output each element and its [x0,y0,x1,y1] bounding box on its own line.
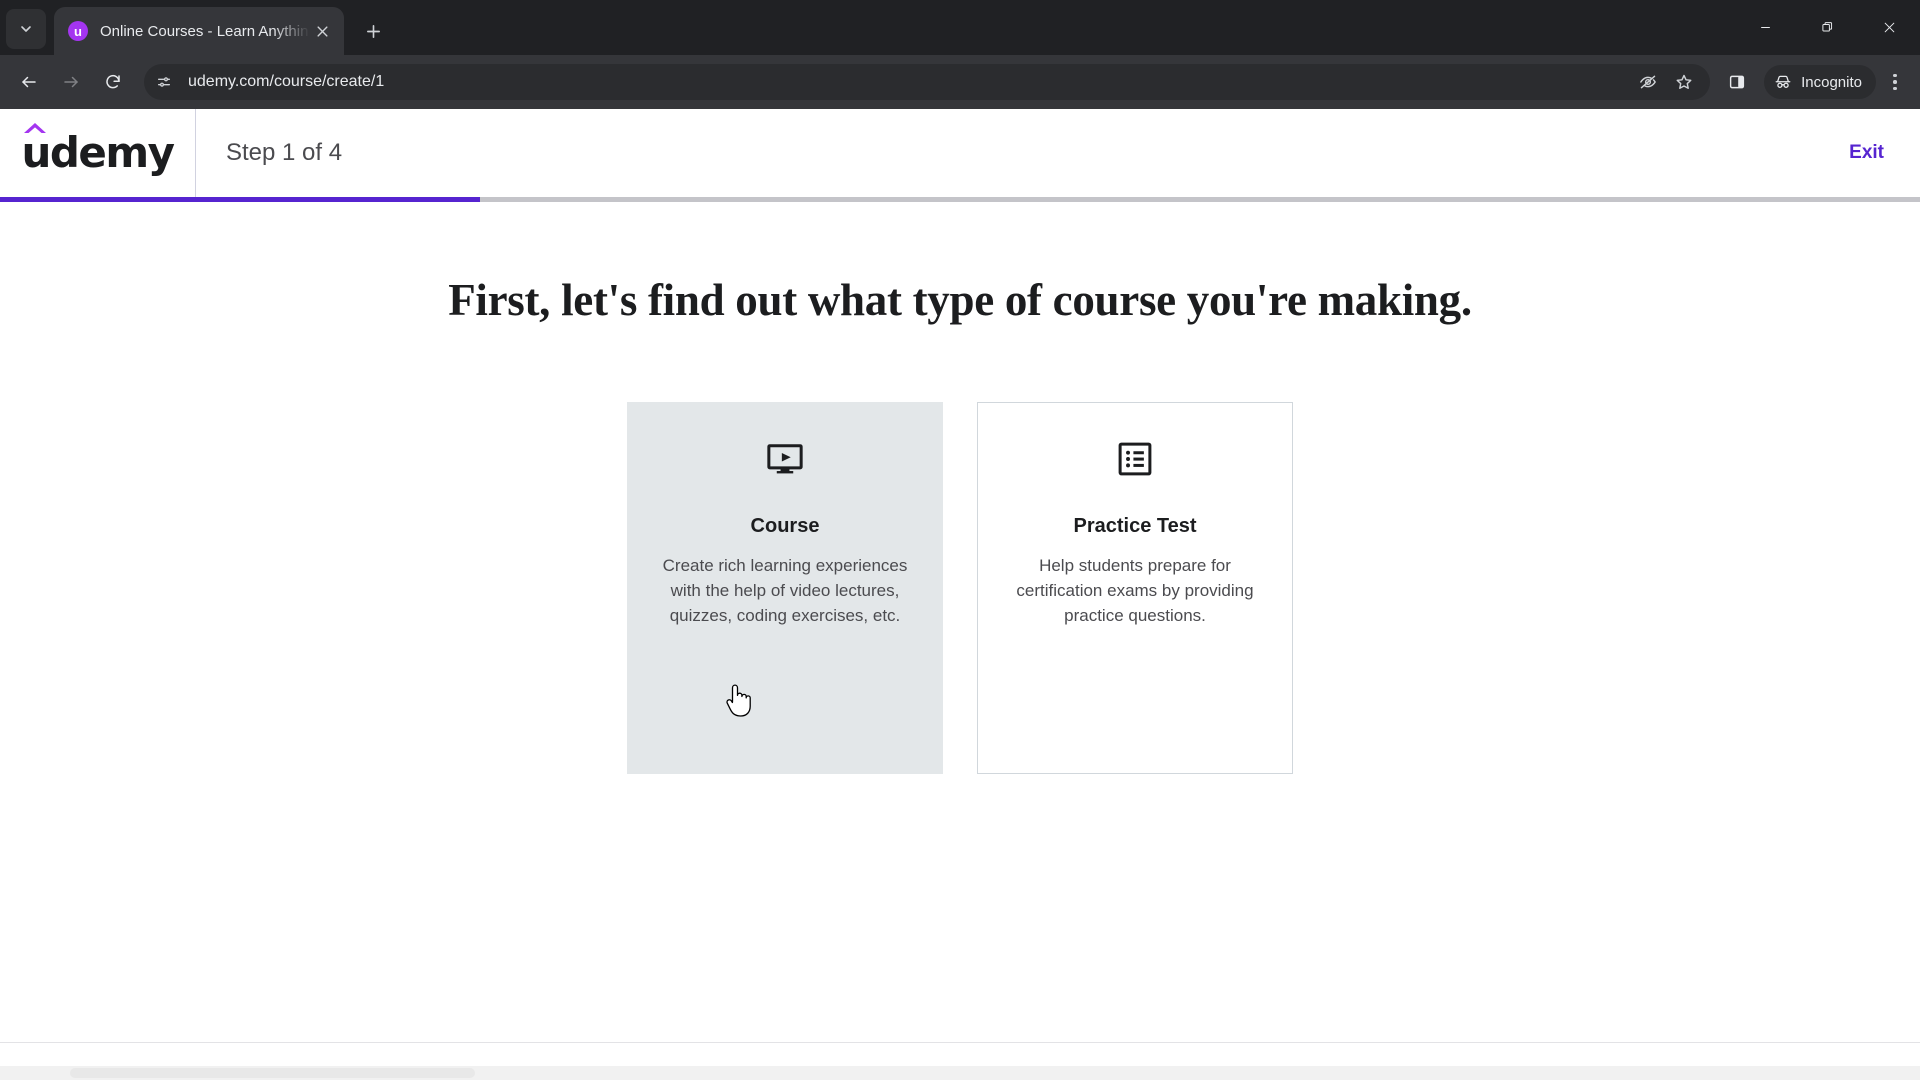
minimize-icon[interactable] [1734,0,1796,55]
browser-window: u Online Courses - Learn Anythin udemy.c… [0,0,1920,1080]
main-content: First, let's find out what type of cours… [0,274,1920,1080]
progress-bar-fill [0,197,480,202]
url-text: udemy.com/course/create/1 [188,73,385,90]
star-icon[interactable] [1668,66,1700,98]
reload-icon[interactable] [94,63,132,101]
course-type-options: Course Create rich learning experiences … [0,402,1920,774]
page-viewport: udemy Step 1 of 4 Exit First, let's find… [0,109,1920,1080]
window-close-icon[interactable] [1858,0,1920,55]
address-bar[interactable]: udemy.com/course/create/1 [144,64,1711,100]
udemy-caret-icon [24,123,47,133]
incognito-hat-icon [1775,75,1791,88]
checklist-icon [1004,437,1266,481]
course-type-card-practice-test[interactable]: Practice Test Help students prepare for … [977,402,1293,774]
tab-search-icon[interactable] [6,9,46,49]
three-dot-menu-icon[interactable] [1878,63,1912,101]
favicon-udemy: u [68,21,88,41]
step-indicator: Step 1 of 4 [226,139,343,166]
card-description: Create rich learning experiences with th… [662,556,908,625]
card-title: Course [750,515,820,537]
video-monitor-play-icon [654,437,916,481]
progress-bar-track [0,197,1920,202]
page-title: First, let's find out what type of cours… [448,275,1472,325]
eye-slash-icon[interactable] [1632,66,1664,98]
plus-icon[interactable] [356,14,390,48]
course-type-card-course[interactable]: Course Create rich learning experiences … [627,402,943,774]
restore-window-icon[interactable] [1796,0,1858,55]
tab-title: Online Courses - Learn Anythin [100,22,309,40]
tune-icon[interactable] [150,68,178,96]
exit-link[interactable]: Exit [1849,142,1884,164]
close-icon[interactable] [310,19,334,43]
card-title: Practice Test [1073,515,1197,537]
omnibox-actions [1630,66,1702,98]
back-arrow-icon[interactable] [10,63,48,101]
udemy-logo[interactable]: udemy [0,109,196,197]
udemy-header: udemy Step 1 of 4 Exit [0,109,1920,197]
card-description: Help students prepare for certification … [1016,556,1254,625]
forward-arrow-icon[interactable] [52,63,90,101]
scrollbar-thumb[interactable] [70,1068,475,1078]
udemy-logo-text: udemy [21,128,175,177]
browser-tab[interactable]: u Online Courses - Learn Anythin [54,7,344,55]
incognito-label: Incognito [1801,73,1862,91]
horizontal-scrollbar[interactable] [0,1066,1920,1080]
tab-strip: u Online Courses - Learn Anythin [0,0,1920,55]
side-panel-icon[interactable] [1718,63,1756,101]
window-controls [1734,0,1920,55]
incognito-badge[interactable]: Incognito [1764,65,1876,99]
browser-toolbar: udemy.com/course/create/1 Incognito [0,55,1920,109]
